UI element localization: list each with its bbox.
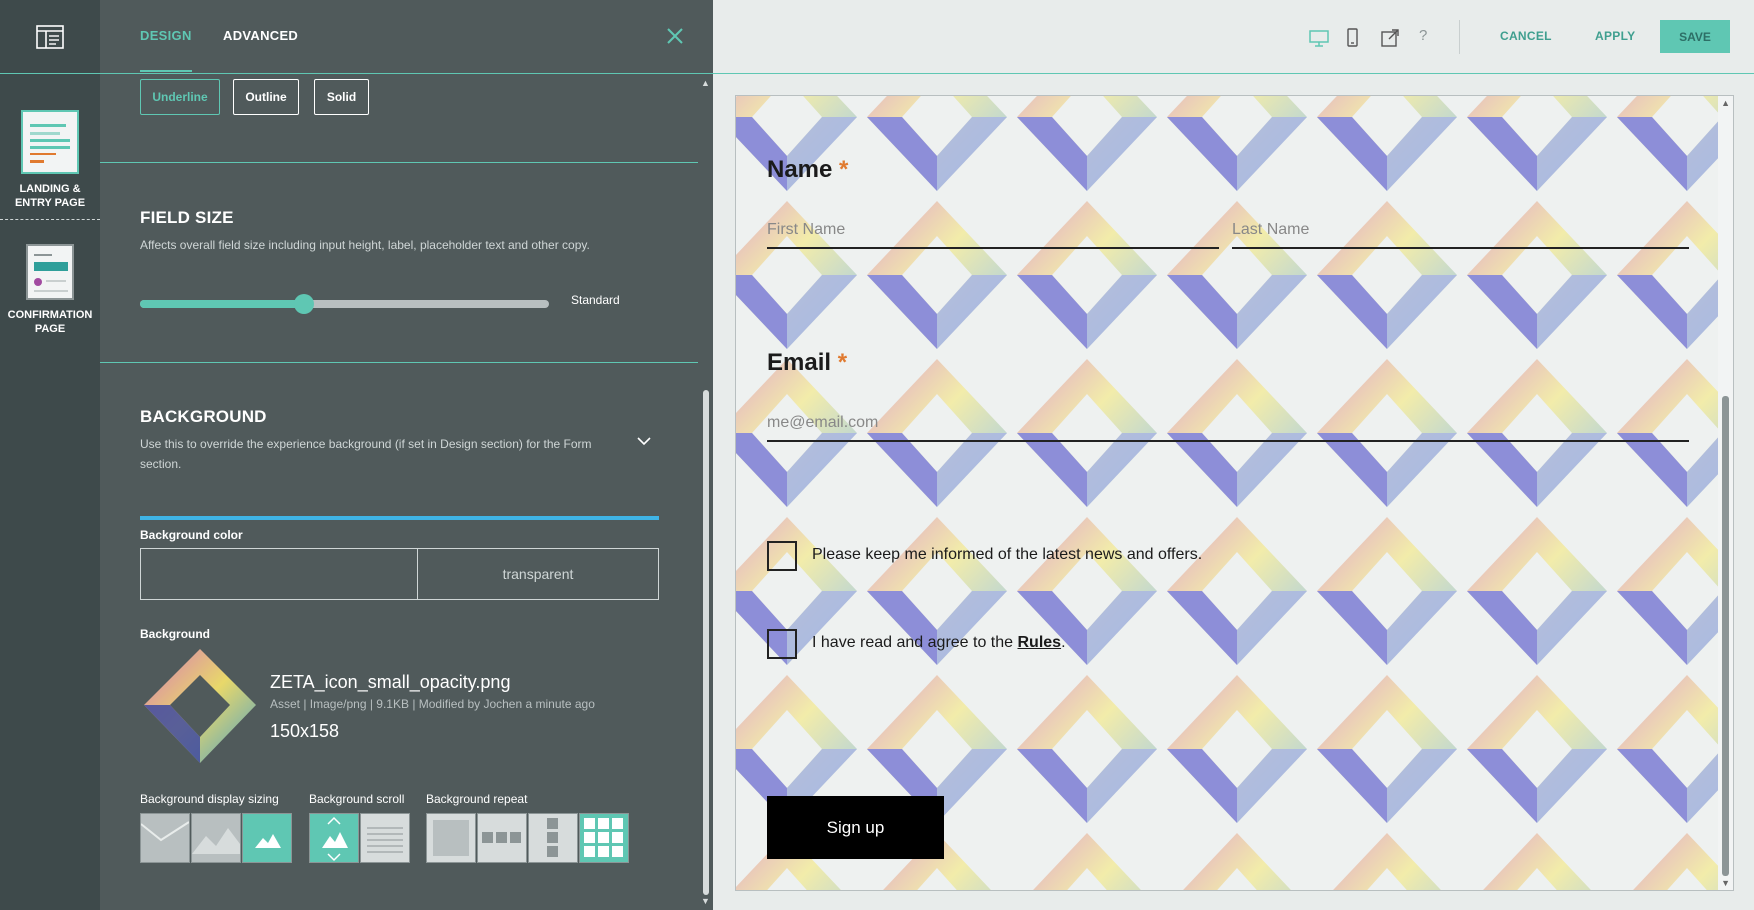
first-name-input[interactable]: First Name	[767, 221, 1219, 249]
background-description-line1: Use this to override the experience back…	[140, 437, 592, 451]
repeat-option-vertical[interactable]	[528, 813, 578, 863]
tab-advanced[interactable]: ADVANCED	[223, 28, 298, 43]
preview-scroll-thumb[interactable]	[1722, 396, 1729, 876]
display-sizing-label: Background display sizing	[140, 792, 279, 806]
lines-icon	[367, 827, 403, 853]
upload-progress-bar	[140, 516, 659, 520]
repeat-grid-icon	[584, 818, 623, 857]
left-rail: LANDING & ENTRY PAGE CONFIRMATION PAGE	[0, 0, 100, 910]
preview-scroll-up-icon[interactable]: ▲	[1721, 98, 1730, 108]
top-toolbar: ? CANCEL APPLY SAVE	[713, 0, 1754, 74]
field-size-title: FIELD SIZE	[140, 208, 234, 227]
repeat-option-horizontal[interactable]	[477, 813, 527, 863]
desktop-preview-icon[interactable]	[1309, 28, 1329, 48]
name-label: Name *	[767, 156, 848, 184]
apply-button[interactable]: APPLY	[1595, 29, 1635, 43]
rules-checkbox[interactable]	[767, 629, 797, 659]
rail-item-label-line1: LANDING &	[19, 183, 81, 195]
tab-design[interactable]: DESIGN	[140, 28, 192, 72]
required-marker: *	[839, 156, 849, 183]
slider-fill	[140, 300, 304, 308]
repeat-y-icon	[547, 818, 558, 857]
scroll-up-icon[interactable]: ▲	[701, 78, 710, 88]
email-input[interactable]: me@email.com	[767, 414, 1689, 442]
rail-divider	[0, 219, 100, 220]
field-size-value: Standard	[571, 293, 620, 307]
scroll-down-icon[interactable]: ▼	[701, 896, 710, 906]
field-size-description: Affects overall field size including inp…	[140, 238, 590, 252]
background-color-field[interactable]: transparent	[140, 548, 659, 600]
field-size-slider[interactable]	[140, 294, 549, 314]
required-marker: *	[837, 349, 848, 376]
sizing-option-fill[interactable]	[242, 813, 292, 863]
chevron-down-icon[interactable]	[636, 433, 652, 449]
asset-thumbnail[interactable]	[140, 645, 260, 767]
email-label-text: Email	[767, 349, 832, 376]
asset-filename: ZETA_icon_small_opacity.png	[270, 672, 511, 692]
toolbar-divider	[1459, 20, 1460, 54]
asset-dimensions: 150x158	[270, 721, 340, 741]
rail-header	[0, 0, 100, 74]
section-divider	[100, 162, 698, 163]
sign-up-button[interactable]: Sign up	[767, 796, 944, 859]
color-swatch[interactable]	[141, 549, 418, 599]
repeat-x-icon	[482, 832, 521, 843]
mountain-icon	[255, 834, 281, 848]
style-solid-button[interactable]: Solid	[314, 79, 369, 115]
rail-item-label-line2: PAGE	[34, 323, 66, 335]
scroll-option-scroll[interactable]	[360, 813, 410, 863]
rail-item-landing-page[interactable]: LANDING & ENTRY PAGE	[0, 110, 100, 210]
background-title: BACKGROUND	[140, 407, 267, 426]
rules-link[interactable]: Rules	[1017, 634, 1061, 651]
background-color-label: Background color	[140, 528, 243, 542]
repeat-option-both[interactable]	[579, 813, 629, 863]
cancel-button[interactable]: CANCEL	[1500, 29, 1552, 43]
design-panel: DESIGN ADVANCED Underline Outline Solid …	[100, 0, 713, 910]
open-external-icon[interactable]	[1380, 28, 1400, 48]
slider-handle[interactable]	[293, 294, 314, 314]
section-divider	[100, 362, 698, 363]
rail-item-label-line2: ENTRY PAGE	[14, 197, 86, 209]
layout-icon[interactable]	[36, 24, 64, 49]
form-preview: Name * First Name Last Name Email * me@e…	[735, 95, 1734, 891]
mobile-preview-icon[interactable]	[1342, 28, 1362, 48]
scroll-mountain-icon	[322, 816, 348, 862]
news-checkbox[interactable]	[767, 541, 797, 571]
close-icon[interactable]	[665, 26, 685, 46]
last-name-input[interactable]: Last Name	[1232, 221, 1689, 249]
scroll-option-fixed[interactable]	[309, 813, 359, 863]
landscape-icon	[140, 821, 190, 842]
background-description-line2: section.	[140, 457, 182, 471]
sizing-option-stretch[interactable]	[140, 813, 190, 863]
panel-scroll-thumb[interactable]	[703, 390, 709, 895]
save-button[interactable]: SAVE	[1660, 20, 1730, 53]
sizing-option-fit[interactable]	[191, 813, 241, 863]
style-outline-button[interactable]: Outline	[233, 79, 299, 115]
color-value[interactable]: transparent	[418, 549, 658, 599]
name-label-text: Name	[767, 156, 833, 183]
background-scroll-label: Background scroll	[309, 792, 405, 806]
background-image-label: Background	[140, 627, 211, 641]
background-repeat-label: Background repeat	[426, 792, 528, 806]
landing-page-thumbnail	[21, 110, 79, 174]
confirmation-page-thumbnail	[26, 244, 74, 300]
rail-item-confirmation-page[interactable]: CONFIRMATION PAGE	[0, 244, 100, 336]
style-underline-button[interactable]: Underline	[140, 79, 220, 115]
news-checkbox-label: Please keep me informed of the latest ne…	[812, 546, 1203, 563]
square-icon	[433, 820, 469, 856]
preview-scroll-down-icon[interactable]: ▼	[1721, 878, 1730, 888]
rules-prefix: I have read and agree to the	[812, 634, 1018, 651]
rules-checkbox-label: I have read and agree to the Rules.	[812, 634, 1066, 652]
panel-header: DESIGN ADVANCED	[100, 0, 713, 74]
rail-item-label-line1: CONFIRMATION	[7, 309, 93, 321]
background-pattern	[736, 96, 1720, 890]
mountain-icon	[192, 828, 240, 854]
help-icon[interactable]: ?	[1419, 27, 1439, 47]
panel-body: Underline Outline Solid FIELD SIZE Affec…	[100, 75, 698, 910]
rules-suffix: .	[1061, 634, 1066, 651]
repeat-option-none[interactable]	[426, 813, 476, 863]
email-label: Email *	[767, 349, 847, 377]
asset-metadata: Asset | Image/png | 9.1KB | Modified by …	[270, 697, 595, 711]
